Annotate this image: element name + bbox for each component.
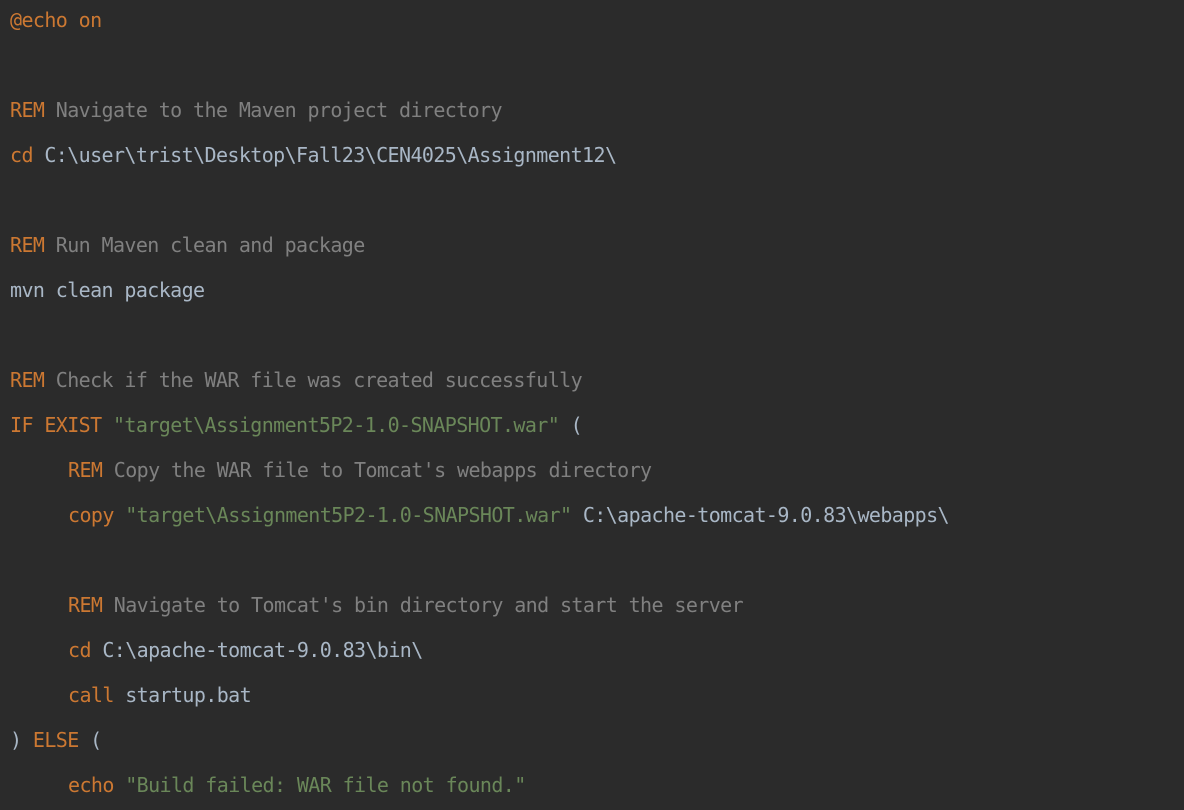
- code-line[interactable]: mvn clean package: [10, 270, 205, 310]
- token-comment: Run Maven clean and package: [44, 233, 366, 257]
- code-line[interactable]: cd C:\user\trist\Desktop\Fall23\CEN4025\…: [10, 135, 617, 175]
- code-line[interactable]: copy "target\Assignment5P2-1.0-SNAPSHOT.…: [10, 495, 950, 535]
- code-line[interactable]: REM Copy the WAR file to Tomcat's webapp…: [10, 450, 652, 490]
- token-string: "Build failed: WAR file not found.": [125, 773, 526, 797]
- token-string: "target\Assignment5P2-1.0-SNAPSHOT.war": [112, 413, 560, 437]
- token-comment: Check if the WAR file was created succes…: [44, 368, 583, 392]
- token-keyword: REM: [68, 458, 103, 482]
- token-plain: startup.bat: [113, 683, 252, 707]
- token-keyword: ELSE: [32, 728, 79, 752]
- token-plain: C:\apache-tomcat-9.0.83\webapps\: [571, 503, 950, 527]
- code-line[interactable]: REM Navigate to Tomcat's bin directory a…: [10, 585, 744, 625]
- token-plain: (: [78, 728, 102, 752]
- token-keyword: REM: [68, 593, 103, 617]
- token-keyword: cd: [68, 638, 91, 662]
- code-line[interactable]: REM Navigate to the Maven project direct…: [10, 90, 503, 130]
- code-line[interactable]: call startup.bat: [10, 675, 252, 715]
- token-keyword: echo: [68, 773, 114, 797]
- token-keyword: IF EXIST: [10, 413, 102, 437]
- code-line[interactable]: REM Run Maven clean and package: [10, 225, 365, 265]
- token-comment: Navigate to the Maven project directory: [44, 98, 503, 122]
- token-keyword: @echo on: [10, 8, 102, 32]
- token-plain: mvn clean package: [10, 278, 205, 302]
- token-plain: (: [559, 413, 583, 437]
- code-line[interactable]: cd C:\apache-tomcat-9.0.83\bin\: [10, 630, 423, 670]
- token-keyword: REM: [10, 98, 45, 122]
- code-line[interactable]: echo "Build failed: WAR file not found.": [10, 765, 526, 805]
- code-line[interactable]: IF EXIST "target\Assignment5P2-1.0-SNAPS…: [10, 405, 583, 445]
- token-keyword: REM: [10, 233, 45, 257]
- code-line[interactable]: @echo on: [10, 0, 102, 40]
- token-plain: ): [10, 728, 33, 752]
- token-plain: C:\user\trist\Desktop\Fall23\CEN4025\Ass…: [32, 143, 617, 167]
- token-comment: Navigate to Tomcat's bin directory and s…: [102, 593, 744, 617]
- token-string: "target\Assignment5P2-1.0-SNAPSHOT.war": [125, 503, 572, 527]
- token-keyword: cd: [10, 143, 33, 167]
- code-line[interactable]: REM Check if the WAR file was created su…: [10, 360, 583, 400]
- token-plain: C:\apache-tomcat-9.0.83\bin\: [90, 638, 423, 662]
- code-line[interactable]: ) ELSE (: [10, 720, 102, 760]
- token-keyword: call: [68, 683, 114, 707]
- token-keyword: copy: [68, 503, 114, 527]
- token-comment: Copy the WAR file to Tomcat's webapps di…: [102, 458, 652, 482]
- code-editor[interactable]: @echo on REM Navigate to the Maven projec…: [0, 0, 1184, 810]
- token-keyword: REM: [10, 368, 45, 392]
